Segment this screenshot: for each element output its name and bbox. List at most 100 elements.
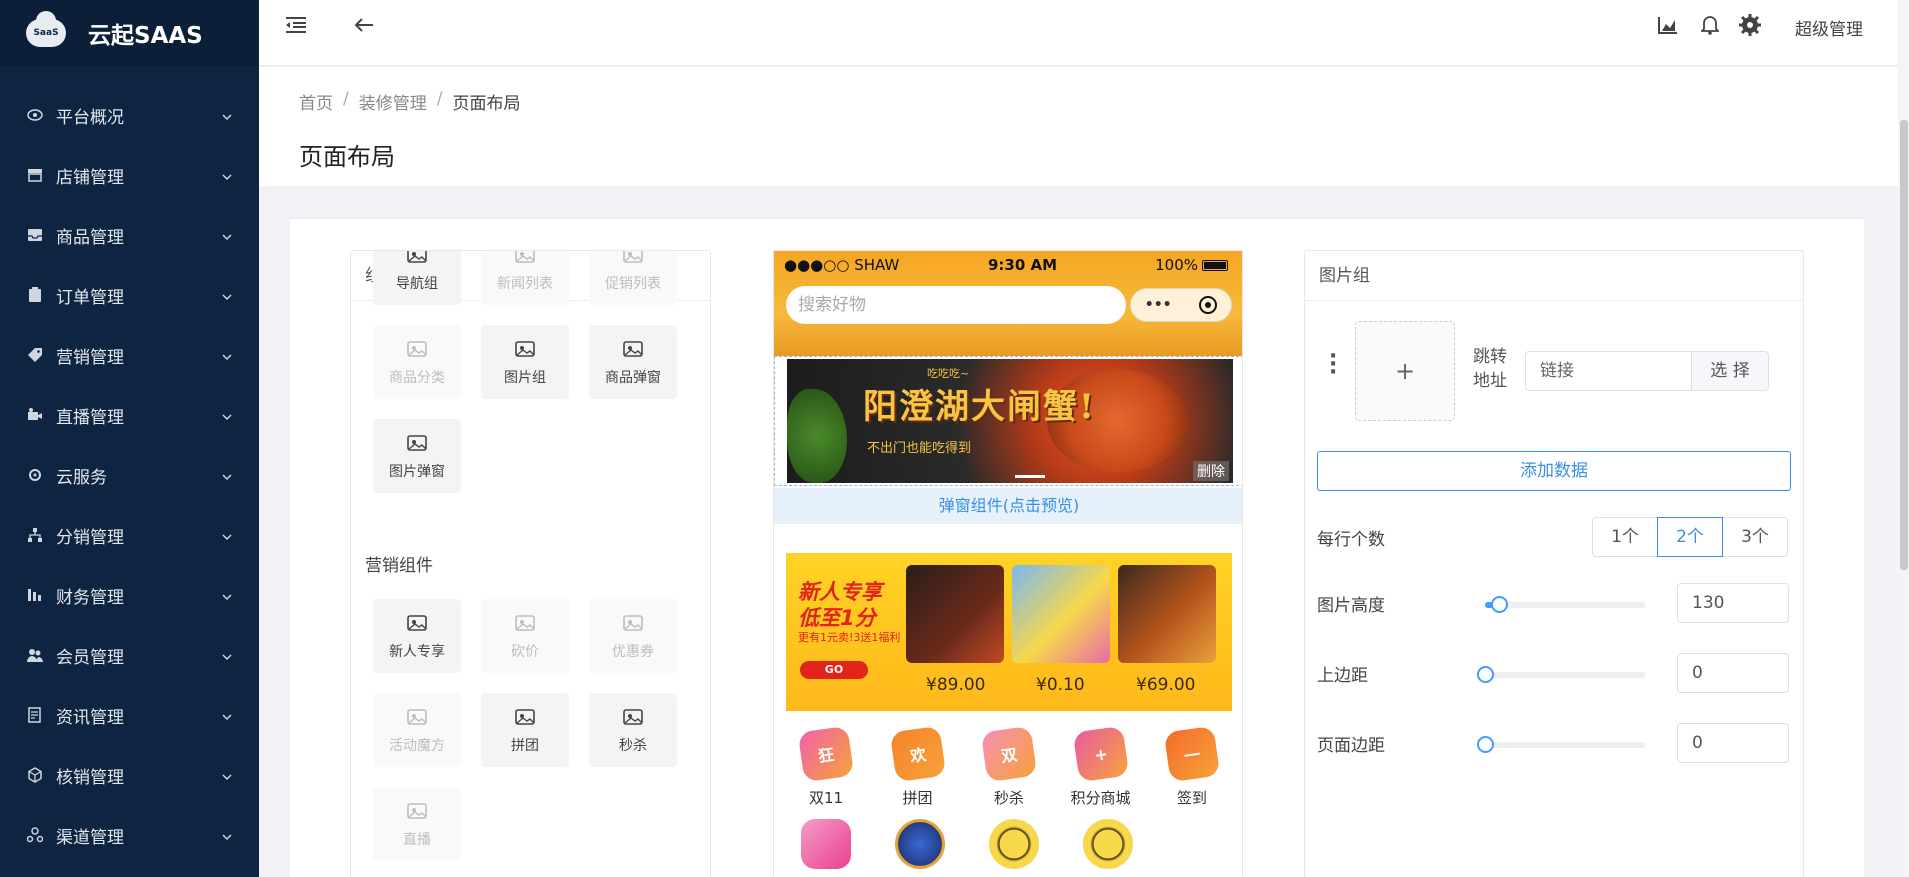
component-tile[interactable]: 砍价 <box>481 599 569 673</box>
nav-icon-cell[interactable]: 欢拼团 <box>878 725 958 808</box>
top-margin-input[interactable]: 0 <box>1677 653 1789 693</box>
scrollbar-thumb[interactable] <box>1900 120 1908 570</box>
sidebar-item[interactable]: 营销管理 <box>0 325 259 385</box>
slider-knob[interactable] <box>1477 736 1494 753</box>
sidebar-item[interactable]: 分销管理 <box>0 505 259 565</box>
promo-product-image[interactable] <box>1118 565 1216 663</box>
brand[interactable]: SaaS 云起SAAS <box>0 0 259 66</box>
drag-handle-icon[interactable]: · · · <box>1329 346 1337 384</box>
nav-badge-icon[interactable]: + <box>1072 725 1129 783</box>
sidebar-item[interactable]: 平台概况 <box>0 85 259 145</box>
delete-component-button[interactable]: 删除 <box>1193 461 1229 481</box>
component-tile[interactable]: 图片弹窗 <box>373 419 461 493</box>
breadcrumb-home[interactable]: 首页 <box>299 89 333 114</box>
carousel-indicator[interactable] <box>1015 475 1045 478</box>
bee-icon[interactable] <box>989 819 1039 869</box>
chart-icon[interactable] <box>1655 12 1681 38</box>
sidebar-item[interactable]: 核销管理 <box>0 745 259 805</box>
phone-nav-icons-row2 <box>786 819 1232 877</box>
back-arrow-icon[interactable] <box>351 12 377 38</box>
per-row-option-2[interactable]: 2个 <box>1657 517 1723 557</box>
slider-knob[interactable] <box>1477 666 1494 683</box>
link-input[interactable]: 链接 <box>1525 351 1691 391</box>
per-row-option-3[interactable]: 3个 <box>1722 517 1788 557</box>
nav-icon-cell[interactable]: 双秒杀 <box>969 725 1049 808</box>
nav-icon-cell[interactable]: + 积分商城 <box>1061 725 1141 808</box>
sidebar-item[interactable]: 直播管理 <box>0 385 259 445</box>
image-height-input[interactable]: 130 <box>1677 583 1789 623</box>
component-tile[interactable]: 导航组 <box>373 251 461 305</box>
component-tile[interactable]: 新闻列表 <box>481 251 569 305</box>
vertical-scrollbar[interactable] <box>1898 0 1909 877</box>
promo-go-button[interactable]: GO <box>800 661 868 679</box>
sidebar-item[interactable]: 会员管理 <box>0 625 259 685</box>
phone-search-input[interactable]: 搜索好物 <box>786 286 1126 324</box>
newcomer-promo-block[interactable]: 新人专享 低至1分 更有1元卖!3送1福利 GO ¥89.00 ¥0.10 ¥69… <box>786 553 1232 711</box>
chevron-down-icon <box>221 288 235 302</box>
nav-badge-icon[interactable]: 双 <box>980 725 1038 783</box>
sidebar-item[interactable]: 订单管理 <box>0 265 259 325</box>
image-upload-box[interactable]: + <box>1355 321 1455 421</box>
nav-icon-cell[interactable] <box>786 819 866 877</box>
promo-product-image[interactable] <box>906 565 1004 663</box>
admin-user-name[interactable]: 超级管理 <box>1795 15 1863 40</box>
close-target-icon[interactable] <box>1199 296 1218 314</box>
component-tile[interactable]: 秒杀 <box>589 693 677 767</box>
miniprogram-capsule[interactable]: ••• <box>1130 288 1232 322</box>
slider-knob[interactable] <box>1491 596 1508 613</box>
marketing-components-grid: 新人专享 砍价 优惠券活动魔方 拼团 秒杀直播 <box>373 599 710 861</box>
per-row-label: 每行个数 <box>1317 530 1385 550</box>
component-icon <box>621 611 645 635</box>
component-tile[interactable]: 商品分类 <box>373 325 461 399</box>
sidebar-item[interactable]: 店铺管理 <box>0 145 259 205</box>
image-height-slider[interactable] <box>1485 596 1645 613</box>
bell-icon[interactable] <box>1697 12 1723 38</box>
promo-product-image[interactable] <box>1012 565 1110 663</box>
nav-icon-cell[interactable] <box>1068 819 1148 877</box>
gift-icon[interactable] <box>801 819 851 869</box>
nav-icon-cell[interactable] <box>880 819 960 877</box>
treasure-chest-icon[interactable] <box>895 819 945 869</box>
select-link-button[interactable]: 选 择 <box>1691 351 1769 391</box>
component-tile[interactable]: 新人专享 <box>373 599 461 673</box>
sidebar-item[interactable]: 资讯管理 <box>0 685 259 745</box>
sidebar-item[interactable]: 财务管理 <box>0 565 259 625</box>
bee-icon[interactable] <box>1083 819 1133 869</box>
component-tile-label: 商品弹窗 <box>605 370 661 386</box>
nav-icon-cell[interactable]: 一签到 <box>1152 725 1232 808</box>
component-tile[interactable]: 商品弹窗 <box>589 325 677 399</box>
component-tile[interactable]: 直播 <box>373 787 461 861</box>
sidebar-item-label: 渠道管理 <box>56 827 124 848</box>
top-margin-slider[interactable] <box>1477 666 1645 683</box>
per-row-option-1[interactable]: 1个 <box>1592 517 1658 557</box>
nav-badge-icon[interactable]: 狂 <box>797 725 855 783</box>
component-icon <box>621 705 645 729</box>
breadcrumb-separator: / <box>343 89 349 109</box>
add-data-button[interactable]: 添加数据 <box>1317 451 1791 491</box>
component-tile[interactable]: 优惠券 <box>589 599 677 673</box>
component-tile-label: 新人专享 <box>389 644 445 660</box>
component-tile[interactable]: 促销列表 <box>589 251 677 305</box>
sidebar-item[interactable]: 商品管理 <box>0 205 259 265</box>
status-bar: ●●●○○ SHAW 9:30 AM 100% <box>784 255 1234 275</box>
component-tile[interactable]: 拼团 <box>481 693 569 767</box>
component-icon <box>513 611 537 635</box>
collapse-menu-icon[interactable] <box>283 12 309 38</box>
popup-preview-link[interactable]: 弹窗组件(点击预览) <box>774 488 1242 524</box>
more-dots-icon[interactable]: ••• <box>1145 297 1172 313</box>
sidebar-item[interactable]: 云服务 <box>0 445 259 505</box>
banner-image[interactable]: 吃吃吃~ 阳澄湖大闸蟹! 不出门也能吃得到 <box>787 359 1233 483</box>
page-margin-slider[interactable] <box>1477 736 1645 753</box>
component-tile[interactable]: 图片组 <box>481 325 569 399</box>
banner-component[interactable]: 吃吃吃~ 阳澄湖大闸蟹! 不出门也能吃得到 删除 <box>774 356 1242 486</box>
settings-gear-icon[interactable] <box>1737 12 1763 38</box>
component-tile[interactable]: 活动魔方 <box>373 693 461 767</box>
breadcrumb-section[interactable]: 装修管理 <box>359 89 427 114</box>
nav-badge-icon[interactable]: 欢 <box>889 725 946 783</box>
page-margin-input[interactable]: 0 <box>1677 723 1789 763</box>
nav-icon-cell[interactable] <box>974 819 1054 877</box>
nav-icon-cell[interactable]: 狂双11 <box>786 725 866 808</box>
sidebar-item[interactable]: 渠道管理 <box>0 805 259 865</box>
component-tile-label: 商品分类 <box>389 370 445 386</box>
nav-badge-icon[interactable]: 一 <box>1163 725 1221 783</box>
